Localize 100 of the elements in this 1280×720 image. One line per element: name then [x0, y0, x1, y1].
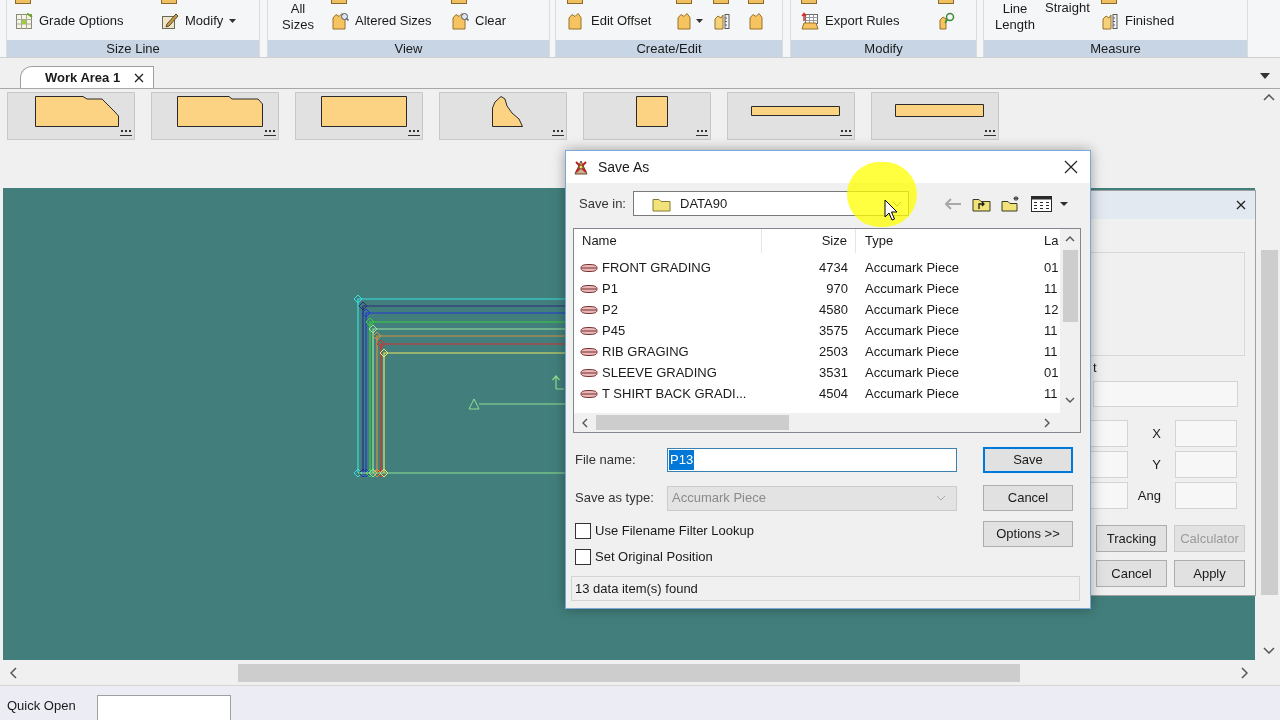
scroll-right-icon[interactable]: [1241, 667, 1248, 679]
ribbon-group-label: View: [268, 40, 549, 57]
caret-icon[interactable]: [1060, 201, 1068, 206]
scroll-up-icon[interactable]: [1065, 236, 1075, 242]
ribbon-group-label: Modify: [791, 40, 976, 57]
input-field[interactable]: [1093, 381, 1238, 407]
scroll-down-icon[interactable]: [1065, 397, 1075, 403]
column-header[interactable]: Size: [762, 229, 856, 253]
app-icon: [572, 158, 590, 176]
close-icon[interactable]: [1236, 200, 1246, 210]
ribbon-button[interactable]: Altered Sizes: [331, 10, 432, 32]
file-name[interactable]: FRONT GRADING: [602, 257, 711, 278]
ribbon-icon-button[interactable]: [676, 10, 703, 32]
scroll-left-icon[interactable]: [582, 417, 588, 428]
more-icon: [120, 130, 132, 136]
field-label: File name:: [575, 451, 637, 470]
checkbox-label[interactable]: Set Original Position: [595, 547, 713, 567]
ribbon-button[interactable]: Clear: [451, 10, 507, 32]
file-name[interactable]: P1: [602, 278, 618, 299]
file-name-field[interactable]: P13: [667, 448, 957, 472]
new-folder-icon[interactable]: [1001, 195, 1020, 212]
table-cell-text: 11: [1044, 384, 1058, 403]
piece-thumbnail[interactable]: [871, 92, 999, 140]
cut-off-icon: [161, 0, 177, 4]
piece-file-icon: [580, 263, 598, 272]
ribbon-button[interactable]: Line Length: [993, 1, 1037, 33]
field-label: X: [1151, 424, 1162, 443]
piece-pin-icon: [938, 12, 956, 30]
file-name[interactable]: RIB GRAGING: [602, 341, 689, 362]
scrollbar-thumb[interactable]: [1260, 250, 1278, 595]
scrollbar-thumb[interactable]: [596, 415, 789, 430]
column-header[interactable]: Type: [856, 229, 1037, 253]
scrollbar-thumb[interactable]: [238, 664, 1020, 682]
checkbox-label[interactable]: Use Filename Filter Lookup: [595, 521, 754, 541]
scroll-down-icon[interactable]: [1263, 647, 1275, 654]
scroll-left-icon[interactable]: [10, 667, 17, 679]
file-name[interactable]: P2: [602, 299, 618, 320]
ribbon-icon-button[interactable]: [938, 10, 956, 32]
ribbon-button[interactable]: Finished: [1101, 10, 1175, 32]
cut-off-icon: [801, 0, 817, 4]
table-cell-text: Accumark Piece: [865, 384, 959, 403]
scroll-right-icon[interactable]: [1044, 417, 1050, 428]
close-icon[interactable]: [1064, 160, 1078, 174]
piece-thumbnail[interactable]: [439, 92, 567, 140]
cut-off-icon: [676, 0, 692, 4]
piece-thumbnail[interactable]: [295, 92, 423, 140]
table-cell-text: 11: [1044, 279, 1058, 298]
ribbon-button[interactable]: Edit Offset: [567, 10, 652, 32]
piece-thumbnail[interactable]: [583, 92, 711, 140]
cut-off-icon: [451, 0, 467, 4]
dialog-button[interactable]: Options >>: [983, 521, 1073, 547]
more-icon: [408, 130, 420, 136]
ribbon-button[interactable]: Modify: [161, 10, 237, 32]
input-field[interactable]: [1175, 420, 1237, 447]
file-name[interactable]: SLEEVE GRADING: [602, 362, 717, 383]
dialog-button[interactable]: Save: [983, 447, 1073, 473]
close-icon[interactable]: [134, 72, 145, 83]
piece-ruler-icon: [713, 12, 731, 30]
cut-off-icon: [15, 0, 31, 4]
panel-button[interactable]: Apply: [1174, 560, 1245, 587]
ribbon-group-label: Create/Edit: [556, 40, 782, 57]
column-header[interactable]: Name: [574, 229, 762, 253]
file-name[interactable]: P45: [602, 320, 626, 341]
table-cell-text: 01: [1044, 258, 1059, 277]
group-label: t: [1093, 360, 1097, 376]
input-field[interactable]: [1175, 451, 1237, 478]
view-menu-icon[interactable]: [1031, 195, 1052, 212]
ribbon-button[interactable]: Export Rules: [801, 10, 900, 32]
more-icon: [840, 130, 852, 136]
dialog-button[interactable]: Cancel: [983, 485, 1073, 511]
piece-file-icon: [580, 284, 598, 293]
ribbon-button[interactable]: Straight: [1045, 0, 1090, 16]
piece-file-icon: [580, 326, 598, 335]
quick-open-field[interactable]: [96, 695, 231, 720]
pattern-piece-icon: [492, 96, 523, 127]
checkbox[interactable]: [575, 523, 591, 539]
table-cell-text: 4734: [819, 258, 848, 277]
ribbon-button[interactable]: All Sizes: [276, 1, 320, 33]
column-header[interactable]: La: [1037, 229, 1060, 253]
input-field[interactable]: [1175, 482, 1237, 509]
field-label: Save in:: [579, 194, 627, 213]
scroll-up-icon[interactable]: [1263, 94, 1275, 101]
table-cell-text: Accumark Piece: [865, 258, 959, 277]
panel-button[interactable]: Cancel: [1096, 560, 1167, 587]
piece-thumbnail[interactable]: [151, 92, 279, 140]
field-label: Save as type:: [575, 489, 655, 508]
pattern-piece-icon: [35, 96, 119, 127]
piece-thumbnail[interactable]: [7, 92, 135, 140]
ribbon-button[interactable]: Grade Options: [15, 10, 124, 32]
piece-icon: [567, 12, 585, 30]
text-selection: P13: [669, 450, 695, 470]
ribbon-icon-button[interactable]: [748, 10, 766, 32]
tab[interactable]: Work Area 1: [20, 66, 155, 88]
scrollbar-thumb[interactable]: [1062, 250, 1078, 322]
dropdown-caret-icon[interactable]: [1260, 73, 1270, 79]
piece-icon: [676, 12, 694, 30]
file-name[interactable]: T SHIRT BACK GRADI...: [602, 383, 747, 404]
piece-thumbnail[interactable]: [727, 92, 855, 140]
panel-button[interactable]: Tracking: [1096, 525, 1167, 552]
checkbox[interactable]: [575, 549, 591, 565]
